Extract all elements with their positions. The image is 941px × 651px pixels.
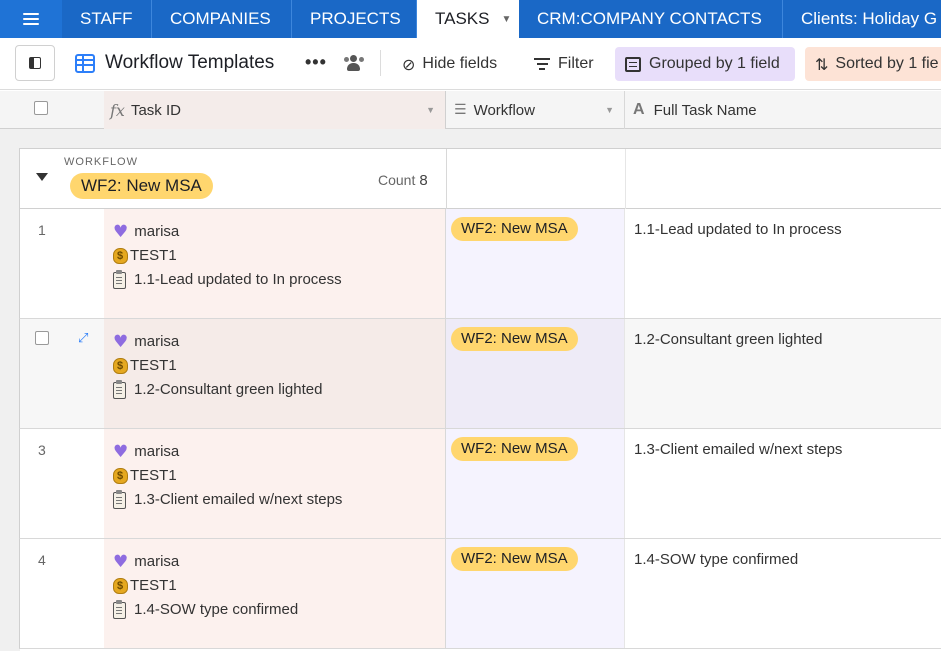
workflow-pill: WF2: New MSA — [451, 437, 578, 461]
table-row[interactable]: 1 ♥marisa TEST1 1.1-Lead updated to In p… — [19, 209, 941, 319]
collaborators-icon[interactable] — [343, 54, 365, 72]
purple-heart-icon: ♥ — [113, 332, 129, 352]
view-toolbar: Workflow Templates ••• ⊘ Hide fields Fil… — [0, 38, 941, 90]
hide-fields-button[interactable]: ⊘ Hide fields — [392, 47, 507, 81]
sorted-button[interactable]: ⇅ Sorted by 1 fie — [805, 47, 941, 81]
purple-heart-icon: ♥ — [113, 442, 129, 462]
cell-workflow[interactable]: WF2: New MSA — [446, 539, 625, 648]
tab-staff[interactable]: STAFF — [62, 0, 152, 38]
row-number: 1 — [38, 222, 46, 238]
toolbar-divider — [380, 50, 381, 76]
hamburger-icon — [23, 13, 39, 25]
tab-crm-company-contacts[interactable]: CRM:COMPANY CONTACTS — [519, 0, 783, 38]
column-header-row: fx Task ID ▼ ☰ Workflow ▼ A Full Task Na… — [0, 91, 941, 129]
grid-gutter — [0, 129, 941, 149]
cell-full-task-name[interactable]: 1.2-Consultant green lighted — [625, 319, 941, 428]
sidebar-panel-icon — [29, 57, 41, 69]
purple-heart-icon: ♥ — [113, 222, 129, 242]
group-field-label: WORKFLOW — [64, 156, 138, 168]
clipboard-icon — [113, 489, 126, 509]
text-field-icon: A — [633, 101, 645, 118]
grouped-button[interactable]: Grouped by 1 field — [615, 47, 795, 81]
cell-task-id[interactable]: ♥marisa TEST1 1.4-SOW type confirmed — [104, 539, 446, 648]
tab-bar: STAFF COMPANIES PROJECTS TASKS ▼ CRM:COM… — [0, 0, 941, 38]
formula-icon: fx — [110, 100, 125, 120]
column-header-full-task-name[interactable]: A Full Task Name — [625, 91, 941, 129]
row-select-checkbox[interactable] — [35, 331, 49, 345]
money-bag-icon — [113, 248, 128, 264]
cell-task-id[interactable]: ♥marisa TEST1 1.3-Client emailed w/next … — [104, 429, 446, 538]
chevron-down-icon[interactable]: ▼ — [426, 105, 435, 115]
row-number: 4 — [38, 552, 46, 568]
money-bag-icon — [113, 358, 128, 374]
cell-workflow[interactable]: WF2: New MSA — [446, 429, 625, 538]
clipboard-icon — [113, 379, 126, 399]
linked-record-icon: ☰ — [454, 102, 467, 118]
column-header-workflow[interactable]: ☰ Workflow ▼ — [446, 91, 625, 129]
cell-full-task-name[interactable]: 1.4-SOW type confirmed — [625, 539, 941, 648]
purple-heart-icon: ♥ — [113, 552, 129, 572]
cell-full-task-name[interactable]: 1.3-Client emailed w/next steps — [625, 429, 941, 538]
chevron-down-icon[interactable]: ▼ — [501, 14, 511, 25]
cell-task-id[interactable]: ♥marisa TEST1 1.1-Lead updated to In pro… — [104, 209, 446, 318]
sort-arrows-icon: ⇅ — [815, 54, 829, 74]
column-header-task-id[interactable]: fx Task ID ▼ — [104, 91, 446, 129]
money-bag-icon — [113, 468, 128, 484]
filter-button[interactable]: Filter — [524, 47, 604, 81]
tab-clients-holiday[interactable]: Clients: Holiday G — [783, 0, 941, 38]
sidebar-toggle-button[interactable] — [15, 45, 55, 81]
group-icon — [625, 56, 641, 72]
cell-workflow[interactable]: WF2: New MSA — [446, 319, 625, 428]
cell-full-task-name[interactable]: 1.1-Lead updated to In process — [625, 209, 941, 318]
grid-view-icon — [75, 54, 95, 73]
row-number: 3 — [38, 442, 46, 458]
grid-left-gutter — [0, 149, 20, 651]
more-options-icon[interactable]: ••• — [305, 52, 327, 73]
expand-record-icon[interactable]: ⤢ — [78, 331, 88, 346]
menu-button[interactable] — [0, 0, 62, 38]
select-all-checkbox[interactable] — [34, 101, 48, 115]
workflow-pill: WF2: New MSA — [451, 327, 578, 351]
group-header[interactable]: WORKFLOW WF2: New MSA Count 8 — [19, 148, 941, 209]
money-bag-icon — [113, 578, 128, 594]
workflow-pill: WF2: New MSA — [451, 547, 578, 571]
table-row[interactable]: 3 ♥marisa TEST1 1.3-Client emailed w/nex… — [19, 429, 941, 539]
table-row[interactable]: ⤢ ♥marisa TEST1 1.2-Consultant green lig… — [19, 319, 941, 429]
group-value-pill: WF2: New MSA — [70, 173, 213, 199]
tab-companies[interactable]: COMPANIES — [152, 0, 292, 38]
clipboard-icon — [113, 599, 126, 619]
hide-eye-icon: ⊘ — [402, 54, 416, 74]
filter-icon — [534, 58, 550, 70]
workflow-pill: WF2: New MSA — [451, 217, 578, 241]
view-name[interactable]: Workflow Templates — [105, 52, 274, 74]
clipboard-icon — [113, 269, 126, 289]
tab-tasks[interactable]: TASKS ▼ — [417, 0, 519, 38]
group-count: Count 8 — [378, 172, 428, 189]
chevron-down-icon[interactable]: ▼ — [605, 105, 614, 115]
collapse-caret-icon[interactable] — [36, 173, 48, 181]
table-row[interactable]: 4 ♥marisa TEST1 1.4-SOW type confirmed W… — [19, 539, 941, 649]
tab-projects[interactable]: PROJECTS — [292, 0, 417, 38]
cell-task-id[interactable]: ♥marisa TEST1 1.2-Consultant green light… — [104, 319, 446, 428]
cell-workflow[interactable]: WF2: New MSA — [446, 209, 625, 318]
